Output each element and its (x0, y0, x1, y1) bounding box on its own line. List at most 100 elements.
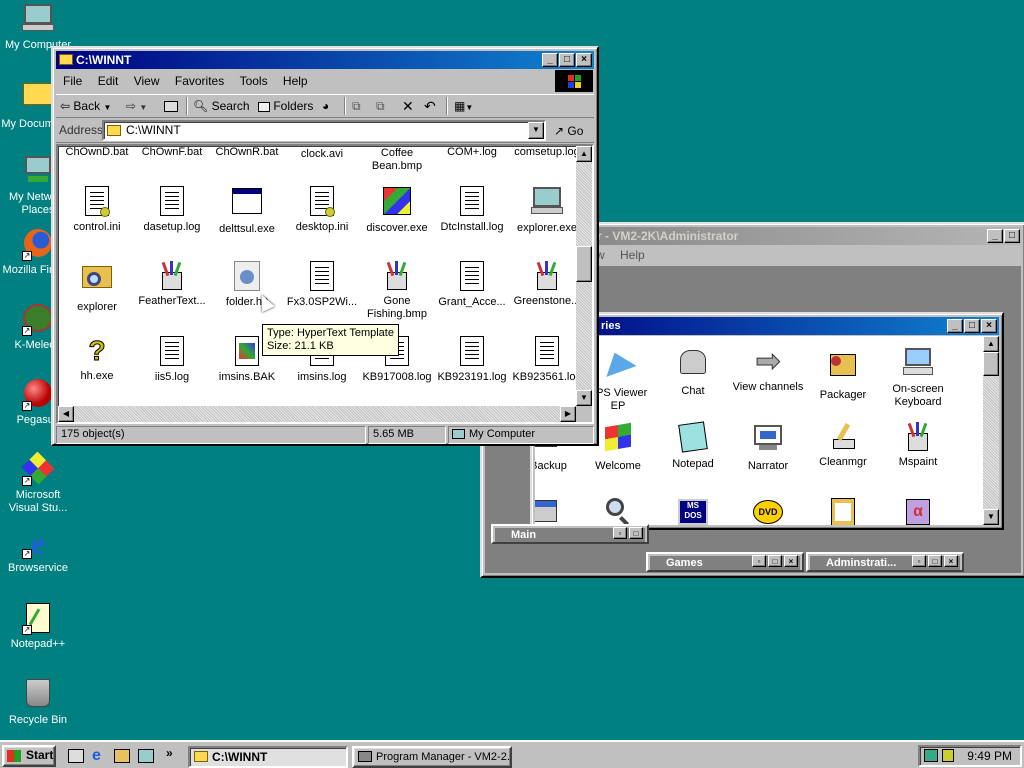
group-games-max[interactable]: □ (768, 555, 782, 567)
file-item[interactable]: comsetup.log (510, 146, 584, 159)
program-item-on-screen-keyboard[interactable]: On-screen Keyboard (881, 346, 955, 409)
desktop-icon-ie[interactable]: e ↗ Browservice (0, 527, 76, 575)
menu-help[interactable]: Help (277, 72, 314, 90)
group-main[interactable]: Main ▫ □ (491, 524, 649, 544)
scroll-down-button[interactable]: ▼ (576, 390, 592, 406)
desktop-icon-computer[interactable]: My Computer (0, 2, 76, 52)
file-view-horizontal-scrollbar[interactable]: ◀ ▶ (58, 406, 576, 422)
menu-view[interactable]: View (128, 72, 166, 90)
desktop-icon-recycle-bin[interactable]: Recycle Bin (0, 677, 76, 727)
explorer-window[interactable]: C:\WINNT _ □ × File Edit View Favorites … (51, 46, 599, 446)
program-item-chat[interactable]: Chat (656, 346, 730, 398)
file-view[interactable]: ChOwnD.bat ChOwnF.bat ChOwnR.bat clock.avi C… (56, 144, 594, 424)
scroll-right-button[interactable]: ▶ (560, 406, 576, 422)
search-button[interactable]: 🔍︎ Search (193, 95, 250, 117)
program-item-magnify[interactable]: Magnify (581, 496, 655, 525)
file-view-vertical-scrollbar[interactable]: ▲ ▼ (576, 146, 592, 406)
program-item-clipbrd[interactable]: Clipbrd (806, 496, 880, 525)
program-item-packager[interactable]: Packager (806, 346, 880, 402)
file-item[interactable]: KB923191.log (435, 335, 509, 384)
accessories-restore-button[interactable]: □ (964, 319, 980, 333)
move-to-icon[interactable]: ⧉ (352, 95, 361, 117)
desktop-icon-visual-studio[interactable]: ↗ Microsoft Visual Stu... (0, 451, 76, 515)
file-item[interactable]: ChOwnD.bat (60, 146, 134, 159)
menu-tools[interactable]: Tools (234, 72, 274, 90)
undo-icon[interactable]: ↶ (424, 95, 436, 117)
menu-file[interactable]: File (57, 72, 88, 90)
go-button[interactable]: ↗ Go (554, 120, 583, 142)
file-item[interactable]: ? hh.exe (60, 335, 134, 383)
copy-to-icon[interactable]: ⧉ (376, 95, 385, 117)
menu-edit[interactable]: Edit (92, 72, 125, 90)
more-chevron-icon[interactable]: » (166, 746, 173, 760)
program-item-cleanmgr[interactable]: Cleanmgr (806, 421, 880, 469)
desktop-icon-notepadpp[interactable]: ↗ Notepad++ (0, 602, 76, 651)
network-icon[interactable] (114, 749, 130, 763)
delete-icon[interactable]: ✕ (402, 95, 414, 117)
minimize-button[interactable]: _ (542, 53, 558, 67)
tray-volume-icon[interactable] (942, 749, 954, 762)
minimize-button[interactable]: _ (987, 229, 1003, 243)
file-item[interactable]: ChOwnF.bat (135, 146, 209, 159)
file-item[interactable]: delttsul.exe (210, 185, 284, 236)
menu-help[interactable]: Help (614, 246, 651, 264)
file-item[interactable]: control.ini (60, 185, 134, 234)
explorer-quick-icon[interactable] (138, 749, 154, 763)
file-item[interactable]: discover.exe (360, 185, 434, 235)
file-item[interactable]: COM+.log (435, 146, 509, 159)
forward-button[interactable]: ⇨ ▼ (126, 95, 147, 117)
file-item[interactable]: ChOwnR.bat (210, 146, 284, 159)
program-item-view-channels[interactable]: ➡ View channels (731, 345, 805, 394)
scroll-thumb[interactable] (576, 246, 592, 282)
up-folder-icon[interactable] (164, 95, 178, 117)
file-item[interactable]: Grant_Acce... (435, 260, 509, 309)
group-main-restore[interactable]: ▫ (613, 527, 627, 539)
ie-icon[interactable]: e (92, 747, 101, 765)
start-button[interactable]: Start (2, 745, 56, 767)
file-item[interactable]: Coffee Bean.bmp (360, 146, 434, 173)
file-item[interactable]: Fx3.0SP2Wi... (285, 260, 359, 309)
group-games-close[interactable]: × (784, 555, 798, 567)
folders-button[interactable]: Folders (258, 95, 313, 117)
file-item[interactable]: Gone Fishing.bmp (360, 260, 434, 321)
accessories-scrollbar[interactable]: ▲ ▼ (983, 336, 999, 525)
maximize-button[interactable]: □ (1004, 229, 1020, 243)
address-dropdown-button[interactable]: ▼ (528, 122, 544, 139)
explorer-titlebar[interactable]: C:\WINNT _ □ × (56, 51, 594, 69)
file-item[interactable]: FeatherText... (135, 260, 209, 308)
file-item[interactable]: KB923561.log (510, 335, 584, 384)
accessories-group-window[interactable]: ries _ □ × XPS Viewer EP Chat ➡ View channe… (530, 312, 1004, 530)
group-administrative[interactable]: Adminstrati... ▫ □ × (806, 552, 964, 572)
scroll-up-button[interactable]: ▲ (983, 336, 999, 352)
task-program-manager[interactable]: Program Manager - VM2-2... (352, 746, 512, 768)
chevron-down-icon[interactable]: ▼ (103, 103, 111, 112)
group-main-max[interactable]: □ (629, 527, 643, 539)
scroll-thumb[interactable] (983, 352, 999, 376)
program-item-dvdplay[interactable]: DVDDvdplay (731, 496, 805, 525)
file-item[interactable]: dasetup.log (135, 185, 209, 234)
scroll-left-button[interactable]: ◀ (58, 406, 74, 422)
scroll-up-button[interactable]: ▲ (576, 146, 592, 162)
views-icon[interactable]: ▦▼ (454, 95, 473, 117)
program-item-notepad[interactable]: Notepad (656, 421, 730, 471)
program-item-mobsync[interactable]: Mobsync (535, 496, 580, 525)
program-item-finger[interactable]: MSDOSFinger (656, 496, 730, 525)
program-item-mspaint[interactable]: Mspaint (881, 421, 955, 469)
group-admin-restore[interactable]: ▫ (912, 555, 926, 567)
program-item-narrator[interactable]: Narrator (731, 421, 805, 473)
file-item[interactable]: iis5.log (135, 335, 209, 384)
group-games-restore[interactable]: ▫ (752, 555, 766, 567)
history-icon[interactable]: ◕ (322, 95, 329, 117)
task-explorer[interactable]: C:\WINNT (188, 746, 348, 768)
clock[interactable]: 9:49 PM (967, 748, 1012, 765)
file-item[interactable]: clock.avi (285, 146, 359, 161)
show-desktop-icon[interactable] (68, 749, 84, 763)
program-item-charmap[interactable]: αCharmap (881, 496, 955, 525)
file-item[interactable]: desktop.ini (285, 185, 359, 234)
group-admin-close[interactable]: × (944, 555, 958, 567)
scroll-down-button[interactable]: ▼ (983, 509, 999, 525)
group-games[interactable]: Games ▫ □ × (646, 552, 804, 572)
group-admin-max[interactable]: □ (928, 555, 942, 567)
accessories-minimize-button[interactable]: _ (947, 319, 963, 333)
back-button[interactable]: ⇦ Back ▼ (60, 95, 111, 117)
